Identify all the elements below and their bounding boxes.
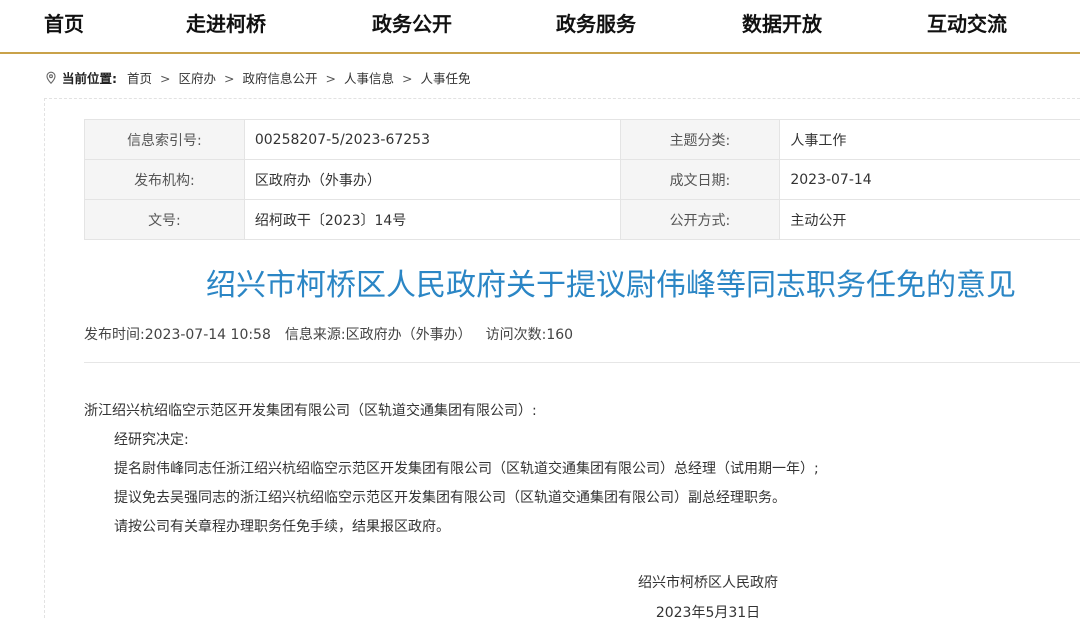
breadcrumb-personnel-info[interactable]: 人事信息 xyxy=(344,71,394,86)
breadcrumb-label: 当前位置: xyxy=(62,71,117,86)
nav-government-services[interactable]: 政务服务 xyxy=(556,6,636,42)
nav-home[interactable]: 首页 xyxy=(44,6,84,42)
top-navigation: 首页 走进柯桥 政务公开 政务服务 数据开放 互动交流 xyxy=(0,0,1080,54)
document-date-value: 2023-07-14 xyxy=(780,160,1080,200)
breadcrumb-district-office[interactable]: 区府办 xyxy=(178,71,216,86)
topic-label: 主题分类: xyxy=(620,120,780,160)
breadcrumb-separator: > xyxy=(402,71,412,86)
disclosure-method-label: 公开方式: xyxy=(620,200,780,240)
signature-org: 绍兴市柯桥区人民政府 xyxy=(628,568,788,598)
visit-count-label: 访问次数: xyxy=(486,327,547,343)
breadcrumb-home[interactable]: 首页 xyxy=(127,71,152,86)
index-number-label: 信息索引号: xyxy=(85,120,245,160)
page-title: 绍兴市柯桥区人民政府关于提议尉伟峰等同志职务任免的意见 xyxy=(206,265,1066,307)
breadcrumb-appointments[interactable]: 人事任免 xyxy=(420,71,470,86)
breadcrumb-separator: > xyxy=(224,71,234,86)
nav-interaction[interactable]: 互动交流 xyxy=(927,6,1007,42)
table-row: 文号: 绍柯政干〔2023〕14号 公开方式: 主动公开 xyxy=(85,200,1080,240)
signature-date: 2023年5月31日 xyxy=(628,598,788,628)
publisher-value: 区政府办（外事办） xyxy=(244,160,620,200)
recipient-line: 浙江绍兴杭绍临空示范区开发集团有限公司（区轨道交通集团有限公司）: xyxy=(84,397,1074,426)
body-paragraph: 提名尉伟峰同志任浙江绍兴杭绍临空示范区开发集团有限公司（区轨道交通集团有限公司）… xyxy=(84,455,1074,484)
document-number-value: 绍柯政干〔2023〕14号 xyxy=(244,200,620,240)
publisher-label: 发布机构: xyxy=(85,160,245,200)
breadcrumb-info-disclosure[interactable]: 政府信息公开 xyxy=(242,71,317,86)
breadcrumb-separator: > xyxy=(326,71,336,86)
location-pin-icon xyxy=(44,71,58,85)
topic-value: 人事工作 xyxy=(780,120,1080,160)
article-body: 浙江绍兴杭绍临空示范区开发集团有限公司（区轨道交通集团有限公司）: 经研究决定:… xyxy=(84,397,1074,542)
content-frame-left xyxy=(44,98,45,618)
divider xyxy=(84,362,1080,363)
document-date-label: 成文日期: xyxy=(620,160,780,200)
visit-count: 160 xyxy=(546,327,573,343)
nav-about-keqiao[interactable]: 走进柯桥 xyxy=(186,6,266,42)
source-value: 区政府办（外事办） xyxy=(346,327,472,343)
publish-time: 2023-07-14 10:58 xyxy=(145,327,271,343)
publish-time-label: 发布时间: xyxy=(84,327,145,343)
signature-block: 绍兴市柯桥区人民政府 2023年5月31日 xyxy=(628,568,788,628)
nav-government-affairs[interactable]: 政务公开 xyxy=(372,6,452,42)
publish-info: 发布时间:2023-07-14 10:58 信息来源:区政府办（外事办） 访问次数:… xyxy=(84,325,573,345)
content-frame-top xyxy=(44,98,1080,99)
document-meta-table: 信息索引号: 00258207-5/2023-67253 主题分类: 人事工作 … xyxy=(84,119,1080,240)
source-label: 信息来源: xyxy=(285,327,346,343)
disclosure-method-value: 主动公开 xyxy=(780,200,1080,240)
body-paragraph: 提议免去吴强同志的浙江绍兴杭绍临空示范区开发集团有限公司（区轨道交通集团有限公司… xyxy=(84,484,1074,513)
nav-open-data[interactable]: 数据开放 xyxy=(742,6,822,42)
body-paragraph: 请按公司有关章程办理职务任免手续，结果报区政府。 xyxy=(84,513,1074,542)
breadcrumb-separator: > xyxy=(160,71,170,86)
index-number-value: 00258207-5/2023-67253 xyxy=(244,120,620,160)
breadcrumb: 当前位置: 首页 > 区府办 > 政府信息公开 > 人事信息 > 人事任免 xyxy=(44,69,471,89)
document-number-label: 文号: xyxy=(85,200,245,240)
table-row: 信息索引号: 00258207-5/2023-67253 主题分类: 人事工作 xyxy=(85,120,1080,160)
table-row: 发布机构: 区政府办（外事办） 成文日期: 2023-07-14 xyxy=(85,160,1080,200)
body-paragraph: 经研究决定: xyxy=(84,426,1074,455)
